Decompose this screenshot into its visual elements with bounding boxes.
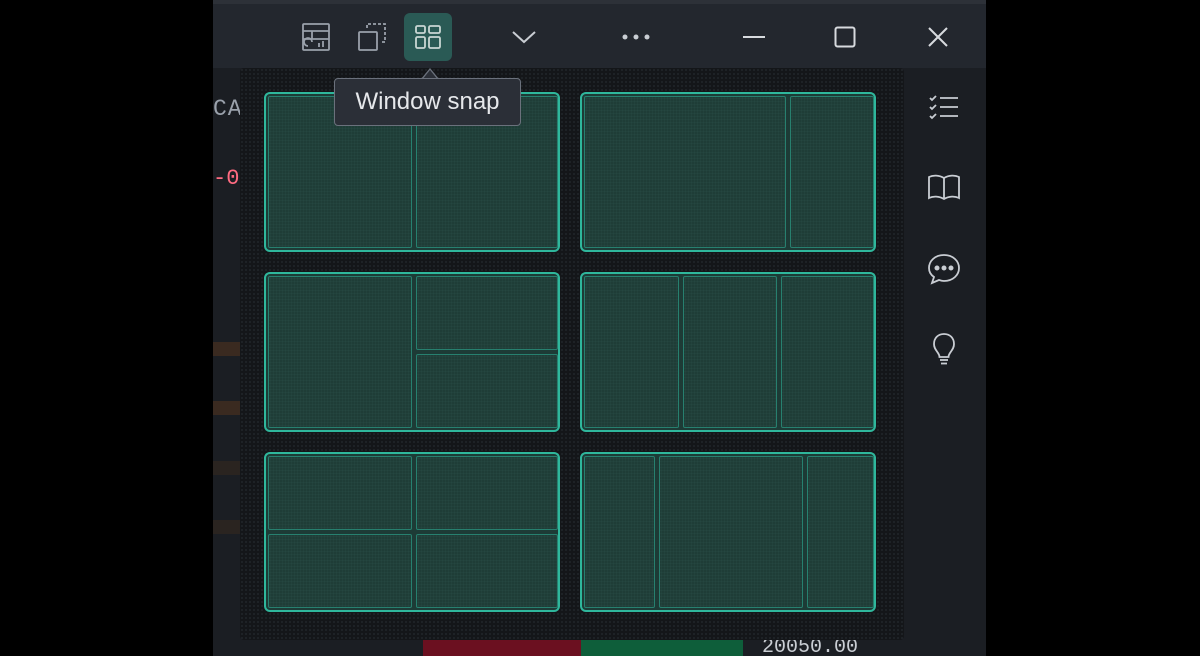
checklist-icon <box>929 95 958 120</box>
book-icon <box>928 174 960 201</box>
snap-zone[interactable] <box>807 456 874 608</box>
layout-chart-button[interactable] <box>292 13 340 61</box>
duplicate-window-button[interactable] <box>348 13 396 61</box>
sidebar-tasks-button[interactable] <box>925 88 963 126</box>
maximize-icon <box>834 26 856 48</box>
snap-zone[interactable] <box>683 276 777 428</box>
sidebar-chat-button[interactable] <box>925 250 963 288</box>
background-negative-value: -0 <box>213 166 240 191</box>
close-icon <box>928 27 948 47</box>
background-bar-red <box>423 640 581 656</box>
background-strip <box>213 520 241 534</box>
snap-zone[interactable] <box>268 456 412 530</box>
sidebar-ideas-button[interactable] <box>925 330 963 368</box>
snap-zone[interactable] <box>790 96 874 248</box>
snap-zone[interactable] <box>659 456 803 608</box>
lightbulb-icon <box>933 333 955 365</box>
background-strip <box>213 461 241 475</box>
snap-zone[interactable] <box>268 276 412 428</box>
snap-layout-narrow-wide-narrow[interactable] <box>580 452 876 612</box>
dropdown-button[interactable] <box>500 13 548 61</box>
background-strip <box>213 401 241 415</box>
more-horizontal-icon <box>622 34 650 40</box>
snap-zone[interactable] <box>584 456 655 608</box>
app-window: CAT -0 20050.00 Window snap <box>213 0 986 656</box>
snap-zone[interactable] <box>268 534 412 608</box>
background-bar-green <box>581 640 743 656</box>
chat-icon <box>928 254 960 285</box>
more-button[interactable] <box>612 13 660 61</box>
snap-zone[interactable] <box>781 276 874 428</box>
snap-zone[interactable] <box>416 534 558 608</box>
snap-zone[interactable] <box>416 456 558 530</box>
snap-zone[interactable] <box>416 354 558 428</box>
window-snap-tooltip: Window snap <box>334 78 521 126</box>
snap-zone[interactable] <box>584 276 679 428</box>
minimize-button[interactable] <box>730 13 778 61</box>
snap-layout-wide-left-narrow-right[interactable] <box>580 92 876 252</box>
background-strip <box>213 342 241 356</box>
maximize-button[interactable] <box>821 13 869 61</box>
snap-layout-three-columns[interactable] <box>580 272 876 432</box>
snap-zone[interactable] <box>584 96 786 248</box>
close-button[interactable] <box>914 13 962 61</box>
snap-layout-four-quadrants[interactable] <box>264 452 560 612</box>
minimize-icon <box>743 36 765 38</box>
snap-layout-left-half-right-split[interactable] <box>264 272 560 432</box>
sidebar-guide-button[interactable] <box>925 168 963 206</box>
table-chart-icon <box>302 23 330 51</box>
window-snap-button[interactable] <box>404 13 452 61</box>
snap-layouts-panel <box>240 68 904 640</box>
snap-zone[interactable] <box>416 276 558 350</box>
chevron-down-icon <box>512 31 536 44</box>
copy-window-icon <box>358 23 386 51</box>
grid-layout-icon <box>415 25 441 49</box>
